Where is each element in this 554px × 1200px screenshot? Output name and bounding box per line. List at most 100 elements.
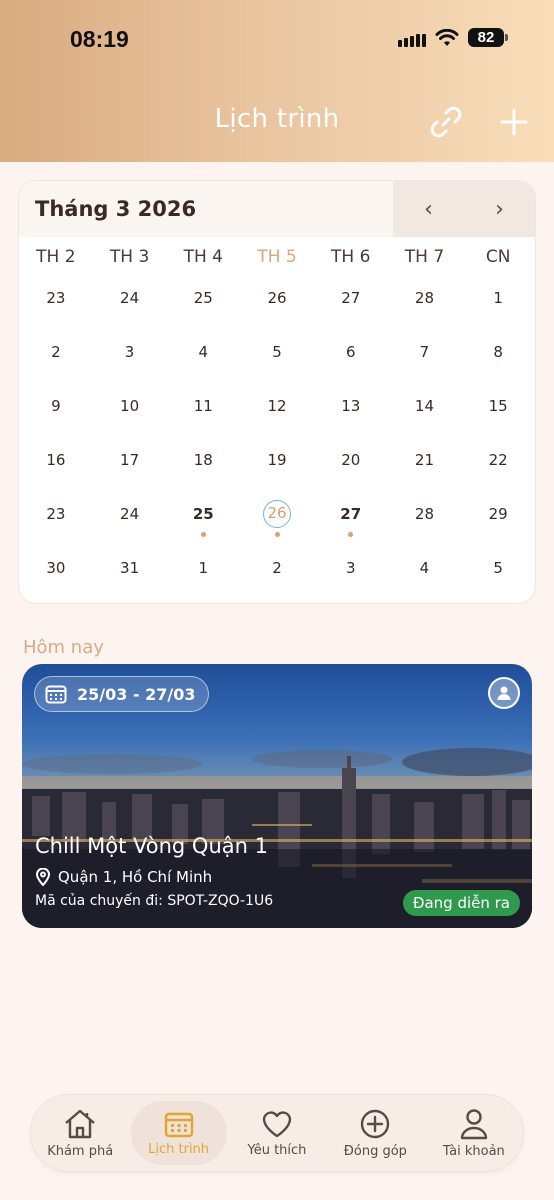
share-link-button[interactable] bbox=[428, 104, 464, 140]
calendar-day[interactable]: 8 bbox=[461, 331, 535, 385]
calendar-day[interactable]: 16 bbox=[19, 439, 93, 493]
next-month-button[interactable]: › bbox=[480, 197, 520, 222]
calendar-day[interactable]: 5 bbox=[461, 547, 535, 601]
calendar-day-number: 29 bbox=[488, 505, 508, 523]
calendar-day[interactable]: 26 bbox=[240, 277, 314, 331]
calendar-day-number: 8 bbox=[493, 343, 503, 361]
calendar-day[interactable]: 13 bbox=[314, 385, 388, 439]
calendar-week-row: 23 24 25 26 27 28 29 bbox=[19, 493, 535, 547]
calendar-card: Tháng 3 2026 ‹ › TH 2 TH 3 TH 4 TH 5 TH … bbox=[18, 180, 536, 604]
calendar-day-number: 1 bbox=[493, 289, 503, 307]
calendar-day-number: 14 bbox=[414, 397, 434, 415]
calendar-day[interactable]: 27 bbox=[314, 277, 388, 331]
calendar-day[interactable]: 24 bbox=[93, 277, 167, 331]
weekday-label: TH 6 bbox=[331, 247, 371, 267]
calendar-day-number: 5 bbox=[272, 343, 282, 361]
calendar-day[interactable]: 28 bbox=[388, 277, 462, 331]
calendar-day-number: 11 bbox=[193, 397, 213, 415]
weekday-label: TH 5 bbox=[257, 247, 297, 267]
calendar-day[interactable]: 29 bbox=[461, 493, 535, 547]
calendar-day-today: 26 bbox=[263, 500, 292, 528]
calendar-day-number: 17 bbox=[120, 451, 140, 469]
weekday-label: TH 7 bbox=[404, 247, 445, 267]
trip-location: Quận 1, Hồ Chí Minh bbox=[36, 868, 212, 886]
signal-icon bbox=[398, 29, 426, 47]
calendar-day[interactable]: 9 bbox=[19, 385, 93, 439]
calendar-day[interactable]: 27 bbox=[314, 493, 388, 547]
calendar-day[interactable]: 11 bbox=[166, 385, 240, 439]
calendar-day[interactable]: 22 bbox=[461, 439, 535, 493]
calendar-day-number: 3 bbox=[345, 559, 356, 577]
status-icons: 82 bbox=[398, 28, 508, 47]
app-header: 08:19 82 Lịch trình bbox=[0, 0, 554, 162]
calendar-day[interactable]: 17 bbox=[93, 439, 167, 493]
calendar-day[interactable]: 28 bbox=[388, 493, 462, 547]
calendar-week-row: 9 10 11 12 13 14 15 bbox=[19, 385, 535, 439]
calendar-month-label: Tháng 3 2026 bbox=[35, 197, 197, 221]
calendar-day[interactable]: 24 bbox=[93, 493, 167, 547]
calendar-day[interactable]: 23 bbox=[19, 277, 93, 331]
calendar-day[interactable]: 23 bbox=[19, 493, 93, 547]
calendar-day[interactable]: 5 bbox=[240, 331, 314, 385]
calendar-day-number: 3 bbox=[124, 343, 135, 361]
calendar-day[interactable]: 26 bbox=[240, 493, 314, 547]
calendar-day-number: 25 bbox=[193, 289, 213, 307]
weekday-label: TH 4 bbox=[183, 247, 223, 267]
calendar-day[interactable]: 12 bbox=[240, 385, 314, 439]
trip-card[interactable]: 25/03 - 27/03 Chill Một Vòng Quận 1 Quận… bbox=[22, 664, 532, 928]
calendar-day-number: 15 bbox=[488, 397, 508, 415]
calendar-day-number: 25 bbox=[192, 505, 214, 523]
nav-item-schedule[interactable]: Lịch trình bbox=[130, 1101, 227, 1165]
calendar-day[interactable]: 15 bbox=[461, 385, 535, 439]
prev-month-button[interactable]: ‹ bbox=[409, 197, 449, 222]
calendar-day[interactable]: 21 bbox=[388, 439, 462, 493]
calendar-icon bbox=[164, 1112, 193, 1137]
calendar-day[interactable]: 2 bbox=[240, 547, 314, 601]
weekday-label: TH 2 bbox=[36, 247, 76, 267]
calendar-day[interactable]: 25 bbox=[166, 277, 240, 331]
nav-item-explore[interactable]: Khám phá bbox=[32, 1101, 128, 1165]
calendar-day[interactable]: 30 bbox=[19, 547, 93, 601]
calendar-day[interactable]: 6 bbox=[314, 331, 388, 385]
add-trip-button[interactable] bbox=[496, 104, 532, 140]
calendar-day[interactable]: 14 bbox=[388, 385, 462, 439]
calendar-day[interactable]: 4 bbox=[166, 331, 240, 385]
bottom-nav: Khám phá Lịch trình Yêu thích Đóng góp T… bbox=[30, 1094, 524, 1172]
calendar-day[interactable]: 1 bbox=[166, 547, 240, 601]
calendar-day[interactable]: 3 bbox=[93, 331, 167, 385]
calendar-day-number: 10 bbox=[120, 397, 140, 415]
calendar-day-number: 28 bbox=[414, 505, 434, 523]
nav-item-contribute[interactable]: Đóng góp bbox=[327, 1101, 423, 1165]
calendar-day[interactable]: 4 bbox=[388, 547, 462, 601]
calendar-day-number: 24 bbox=[120, 505, 140, 523]
calendar-day-number: 2 bbox=[272, 559, 282, 577]
nav-item-account[interactable]: Tài khoản bbox=[426, 1101, 522, 1165]
calendar-day-number: 7 bbox=[419, 343, 430, 361]
calendar-day-number: 16 bbox=[46, 451, 66, 469]
user-icon bbox=[497, 686, 511, 700]
calendar-day[interactable]: 18 bbox=[166, 439, 240, 493]
calendar-day[interactable]: 10 bbox=[93, 385, 167, 439]
calendar-day-number: 9 bbox=[51, 397, 61, 415]
trip-name: Chill Một Vòng Quận 1 bbox=[35, 834, 268, 858]
calendar-day[interactable]: 20 bbox=[314, 439, 388, 493]
calendar-day[interactable]: 19 bbox=[240, 439, 314, 493]
calendar-day-number: 27 bbox=[340, 505, 362, 523]
heart-icon bbox=[262, 1110, 292, 1137]
calendar-day-number: 27 bbox=[341, 289, 361, 307]
calendar-nav: ‹ › bbox=[393, 181, 535, 237]
calendar-day[interactable]: 3 bbox=[314, 547, 388, 601]
nav-label: Tài khoản bbox=[442, 1143, 505, 1159]
wifi-icon bbox=[435, 28, 459, 46]
calendar-day[interactable]: 25 bbox=[166, 493, 240, 547]
calendar-day[interactable]: 31 bbox=[93, 547, 167, 601]
calendar-week-row: 16 17 18 19 20 21 22 bbox=[19, 439, 535, 493]
calendar-icon bbox=[45, 685, 67, 704]
nav-item-favorites[interactable]: Yêu thích bbox=[229, 1101, 325, 1165]
calendar-day[interactable]: 2 bbox=[19, 331, 93, 385]
calendar-day[interactable]: 1 bbox=[461, 277, 535, 331]
calendar-day[interactable]: 7 bbox=[388, 331, 462, 385]
calendar-grid: 23 24 25 26 27 28 1 2 3 4 5 6 7 8 9 10 11 12 13 14 15 16 17 18 1… bbox=[19, 277, 535, 601]
trip-owner-avatar[interactable] bbox=[488, 677, 520, 709]
event-dot bbox=[348, 532, 354, 537]
